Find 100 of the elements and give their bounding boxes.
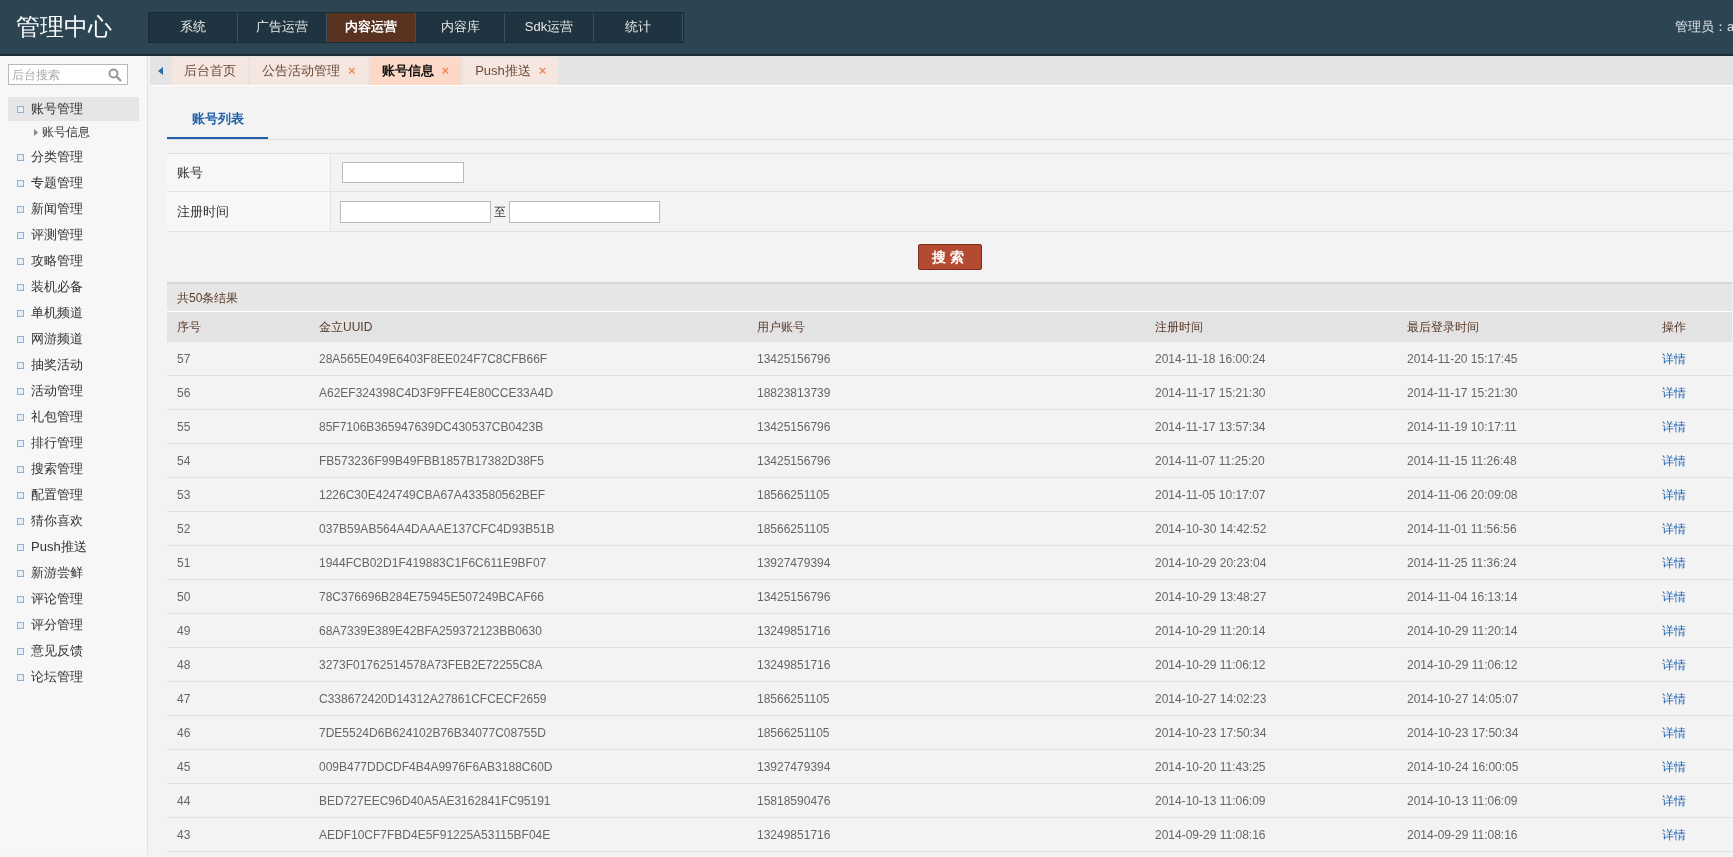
bullet-icon <box>17 569 24 577</box>
search-button[interactable]: 搜索 <box>917 244 982 270</box>
table-cell-text: 2014-10-23 17:50:34 <box>1406 724 1520 742</box>
table-cell-text: 13927479394 <box>756 554 832 572</box>
start-date-input[interactable] <box>340 200 491 223</box>
bullet-icon <box>17 309 24 317</box>
sidebar-item[interactable]: 排行管理 <box>8 431 139 455</box>
table-cell-text: 57 <box>176 350 192 368</box>
table-cell-text: 55 <box>176 418 192 436</box>
sidebar-item[interactable]: 账号管理 <box>8 97 139 121</box>
nav-tab[interactable]: 内容运营 <box>327 12 416 42</box>
sidebar-item[interactable]: 装机必备 <box>8 275 139 299</box>
range-separator: 至 <box>494 203 506 221</box>
nav-tab[interactable]: Sdk运营 <box>505 12 594 42</box>
details-link[interactable]: 详情 <box>1662 759 1686 774</box>
table-cell-text: 2014-11-25 11:36:24 <box>1406 554 1518 572</box>
table-cell-text: 2014-10-13 11:06:09 <box>1406 792 1519 810</box>
column-header: 注册时间 <box>1154 319 1204 336</box>
sidebar-item[interactable]: 论坛管理 <box>8 665 139 689</box>
sidebar-item[interactable]: 单机频道 <box>8 301 139 325</box>
bullet-icon <box>17 413 24 421</box>
results-count: 共50条结果 <box>177 289 239 307</box>
search-icon[interactable] <box>108 68 122 82</box>
table-cell-text: 2014-10-30 14:42:52 <box>1154 520 1268 538</box>
sidebar-item[interactable]: 专题管理 <box>8 171 139 195</box>
sidebar-item[interactable]: 新游尝鲜 <box>8 561 139 585</box>
bullet-icon <box>17 621 24 629</box>
table-cell-text: 2014-10-20 11:43:25 <box>1154 758 1267 776</box>
details-link[interactable]: 详情 <box>1662 827 1686 842</box>
table-cell-text: 13249851716 <box>756 826 832 844</box>
table-cell-text: 47 <box>176 690 192 708</box>
sidebar-subitem[interactable]: 账号信息 <box>34 121 147 143</box>
details-link[interactable]: 详情 <box>1662 521 1686 536</box>
sidebar-item[interactable]: 意见反馈 <box>8 639 139 663</box>
table-cell-text: 53 <box>176 486 192 504</box>
nav-tab[interactable]: 内容库 <box>416 12 505 42</box>
sidebar-item[interactable]: 网游频道 <box>8 327 139 351</box>
table-cell-text: 18823813739 <box>756 384 832 402</box>
end-date-input[interactable] <box>509 200 660 223</box>
details-link[interactable]: 详情 <box>1662 351 1686 366</box>
table-cell-text: 2014-10-29 20:23:04 <box>1154 554 1268 572</box>
nav-tab[interactable]: 系统 <box>149 12 238 42</box>
details-link[interactable]: 详情 <box>1662 725 1686 740</box>
details-link[interactable]: 详情 <box>1662 623 1686 638</box>
account-input[interactable] <box>342 162 464 183</box>
sidebar-item[interactable]: 活动管理 <box>8 379 139 403</box>
details-link[interactable]: 详情 <box>1662 657 1686 672</box>
table-cell-text: 13927479394 <box>756 758 832 776</box>
sidebar-item[interactable]: 新闻管理 <box>8 197 139 221</box>
sidebar-item[interactable]: 评测管理 <box>8 223 139 247</box>
sidebar-item[interactable]: 礼包管理 <box>8 405 139 429</box>
table-cell-text: 2014-10-23 17:50:34 <box>1154 724 1268 742</box>
bullet-icon <box>17 387 24 395</box>
table-cell-text: 2014-10-27 14:05:07 <box>1406 690 1520 708</box>
table-cell-text: 2014-10-29 11:06:12 <box>1406 656 1519 674</box>
table-cell-text: 1944FCB02D1F419883C1F6C611E9BF07 <box>318 554 548 572</box>
table-cell-text: 50 <box>176 588 192 606</box>
nav-tab[interactable]: 统计 <box>594 12 683 42</box>
details-link[interactable]: 详情 <box>1662 385 1686 400</box>
page-tab[interactable]: 公告活动管理 × <box>250 57 368 85</box>
sidebar-item[interactable]: Push推送 <box>8 535 139 559</box>
table-cell-text: 2014-11-18 16:00:24 <box>1154 350 1267 368</box>
table-cell-text: AEDF10CF7FBD4E5F91225A53115BF04E <box>318 826 552 844</box>
sidebar-item[interactable]: 配置管理 <box>8 483 139 507</box>
table-cell-text: 3273F01762514578A73FEB2E72255C8A <box>318 656 544 674</box>
details-link[interactable]: 详情 <box>1662 487 1686 502</box>
bullet-icon <box>17 361 24 369</box>
sidebar-item[interactable]: 分类管理 <box>8 145 139 169</box>
details-link[interactable]: 详情 <box>1662 691 1686 706</box>
table-cell-text: 13425156796 <box>756 588 832 606</box>
sidebar-item[interactable]: 评论管理 <box>8 587 139 611</box>
table-cell-text: 2014-11-17 13:57:34 <box>1154 418 1267 436</box>
section-tab[interactable]: 账号列表 <box>167 101 268 139</box>
sidebar-item[interactable]: 猜你喜欢 <box>8 509 139 533</box>
table-cell-text: 2014-10-29 11:20:14 <box>1154 622 1267 640</box>
table-cell-text: 2014-11-07 11:25:20 <box>1154 452 1266 470</box>
sidebar-item[interactable]: 攻略管理 <box>8 249 139 273</box>
table-cell-text: 037B59AB564A4DAAAE137CFC4D93B51B <box>318 520 556 538</box>
table-cell-text: 54 <box>176 452 192 470</box>
table-cell-text: 2014-11-17 15:21:30 <box>1154 384 1267 402</box>
search-field[interactable]: 后台搜索 <box>8 64 128 85</box>
details-link[interactable]: 详情 <box>1662 589 1686 604</box>
table-cell-text: 43 <box>176 826 192 844</box>
details-link[interactable]: 详情 <box>1662 419 1686 434</box>
table-cell-text: 1226C30E424749CBA67A433580562BEF <box>318 486 547 504</box>
table-cell-text: 2014-09-29 11:08:16 <box>1154 826 1267 844</box>
details-link[interactable]: 详情 <box>1662 793 1686 808</box>
sidebar-item[interactable]: 搜索管理 <box>8 457 139 481</box>
nav-tab[interactable]: 广告运营 <box>238 12 327 42</box>
page-tab[interactable]: Push推送 × <box>463 57 559 85</box>
details-link[interactable]: 详情 <box>1662 453 1686 468</box>
sidebar-item[interactable]: 抽奖活动 <box>8 353 139 377</box>
page-tab[interactable]: 账号信息 × <box>369 57 462 85</box>
column-header: 操作 <box>1661 319 1687 336</box>
table-cell-text: 18566251105 <box>756 486 831 504</box>
details-link[interactable]: 详情 <box>1662 555 1686 570</box>
page-tab[interactable]: 后台首页 <box>172 57 248 85</box>
table-cell-text: 13249851716 <box>756 656 832 674</box>
sidebar-item[interactable]: 评分管理 <box>8 613 139 637</box>
table-cell-text: 51 <box>176 554 192 572</box>
